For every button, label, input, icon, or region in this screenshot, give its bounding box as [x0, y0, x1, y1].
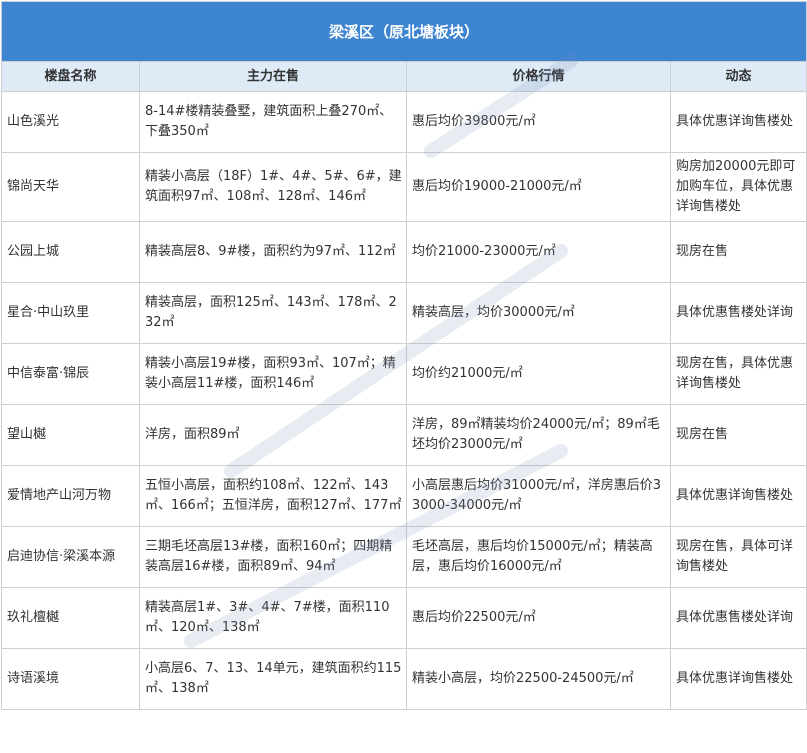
cell-status: 现房在售: [669, 404, 807, 466]
cell-status: 具体优惠售楼处详询: [669, 587, 807, 649]
cell-price: 精装小高层，均价22500-24500元/㎡: [406, 648, 671, 710]
table-row: 望山樾 洋房，面积89㎡ 洋房，89㎡精装均价24000元/㎡；89㎡毛坯均价2…: [1, 404, 807, 466]
cell-price: 洋房，89㎡精装均价24000元/㎡；89㎡毛坯均价23000元/㎡: [406, 404, 671, 466]
column-header-main-sale: 主力在售: [139, 61, 407, 92]
cell-project-name: 星合·中山玖里: [1, 282, 140, 344]
cell-price: 均价21000-23000元/㎡: [406, 221, 671, 283]
table-row: 中信泰富·锦辰 精装小高层19#楼，面积93㎡、107㎡；精装小高层11#楼，面…: [1, 343, 807, 405]
cell-main-sale: 精装高层1#、3#、4#、7#楼，面积110㎡、120㎡、138㎡: [139, 587, 407, 649]
cell-main-sale: 三期毛坯高层13#楼，面积160㎡；四期精装高层16#楼，面积89㎡、94㎡: [139, 526, 407, 588]
cell-project-name: 锦尚天华: [1, 152, 140, 222]
cell-status: 购房加20000元即可加购车位，具体优惠详询售楼处: [669, 152, 807, 222]
cell-project-name: 启迪协信·梁溪本源: [1, 526, 140, 588]
cell-project-name: 玖礼檀樾: [1, 587, 140, 649]
table-row: 启迪协信·梁溪本源 三期毛坯高层13#楼，面积160㎡；四期精装高层16#楼，面…: [1, 526, 807, 588]
cell-project-name: 公园上城: [1, 221, 140, 283]
cell-project-name: 诗语溪境: [1, 648, 140, 710]
cell-main-sale: 小高层6、7、13、14单元，建筑面积约115㎡、138㎡: [139, 648, 407, 710]
table-row: 爱情地产山河万物 五恒小高层，面积约108㎡、122㎡、143㎡、166㎡；五恒…: [1, 465, 807, 527]
cell-status: 现房在售: [669, 221, 807, 283]
table-header-row: 楼盘名称 主力在售 价格行情 动态: [1, 61, 807, 92]
table-row: 星合·中山玖里 精装高层，面积125㎡、143㎡、178㎡、232㎡ 精装高层，…: [1, 282, 807, 344]
cell-price: 精装高层，均价30000元/㎡: [406, 282, 671, 344]
cell-project-name: 望山樾: [1, 404, 140, 466]
cell-project-name: 爱情地产山河万物: [1, 465, 140, 527]
table-row: 山色溪光 8-14#楼精装叠墅，建筑面积上叠270㎡、下叠350㎡ 惠后均价39…: [1, 91, 807, 153]
cell-main-sale: 精装高层8、9#楼，面积约为97㎡、112㎡: [139, 221, 407, 283]
column-header-name: 楼盘名称: [1, 61, 140, 92]
cell-price: 惠后均价19000-21000元/㎡: [406, 152, 671, 222]
cell-price: 惠后均价39800元/㎡: [406, 91, 671, 153]
cell-status: 现房在售，具体可详询售楼处: [669, 526, 807, 588]
cell-status: 具体优惠售楼处详询: [669, 282, 807, 344]
cell-main-sale: 8-14#楼精装叠墅，建筑面积上叠270㎡、下叠350㎡: [139, 91, 407, 153]
column-header-price: 价格行情: [406, 61, 671, 92]
cell-status: 具体优惠详询售楼处: [669, 91, 807, 153]
table-title: 梁溪区（原北塘板块）: [0, 1, 807, 62]
table-row: 锦尚天华 精装小高层（18F）1#、4#、5#、6#，建筑面积97㎡、108㎡、…: [1, 152, 807, 222]
cell-main-sale: 洋房，面积89㎡: [139, 404, 407, 466]
cell-status: 现房在售，具体优惠详询售楼处: [669, 343, 807, 405]
price-table-container: 梁溪区（原北塘板块） 楼盘名称 主力在售 价格行情 动态 山色溪光 8-14#楼…: [0, 1, 807, 751]
cell-project-name: 山色溪光: [1, 91, 140, 153]
cell-main-sale: 五恒小高层，面积约108㎡、122㎡、143㎡、166㎡；五恒洋房，面积127㎡…: [139, 465, 407, 527]
cell-status: 具体优惠详询售楼处: [669, 648, 807, 710]
table-row: 公园上城 精装高层8、9#楼，面积约为97㎡、112㎡ 均价21000-2300…: [1, 221, 807, 283]
cell-main-sale: 精装小高层19#楼，面积93㎡、107㎡；精装小高层11#楼，面积146㎡: [139, 343, 407, 405]
cell-price: 小高层惠后均价31000元/㎡，洋房惠后价33000-34000元/㎡: [406, 465, 671, 527]
cell-main-sale: 精装高层，面积125㎡、143㎡、178㎡、232㎡: [139, 282, 407, 344]
column-header-status: 动态: [669, 61, 807, 92]
table-row: 诗语溪境 小高层6、7、13、14单元，建筑面积约115㎡、138㎡ 精装小高层…: [1, 648, 807, 710]
cell-price: 惠后均价22500元/㎡: [406, 587, 671, 649]
cell-price: 毛坯高层，惠后均价15000元/㎡；精装高层，惠后均价16000元/㎡: [406, 526, 671, 588]
table-row: 玖礼檀樾 精装高层1#、3#、4#、7#楼，面积110㎡、120㎡、138㎡ 惠…: [1, 587, 807, 649]
cell-main-sale: 精装小高层（18F）1#、4#、5#、6#，建筑面积97㎡、108㎡、128㎡、…: [139, 152, 407, 222]
price-table: 梁溪区（原北塘板块） 楼盘名称 主力在售 价格行情 动态 山色溪光 8-14#楼…: [0, 1, 807, 710]
cell-price: 均价约21000元/㎡: [406, 343, 671, 405]
cell-status: 具体优惠详询售楼处: [669, 465, 807, 527]
cell-project-name: 中信泰富·锦辰: [1, 343, 140, 405]
